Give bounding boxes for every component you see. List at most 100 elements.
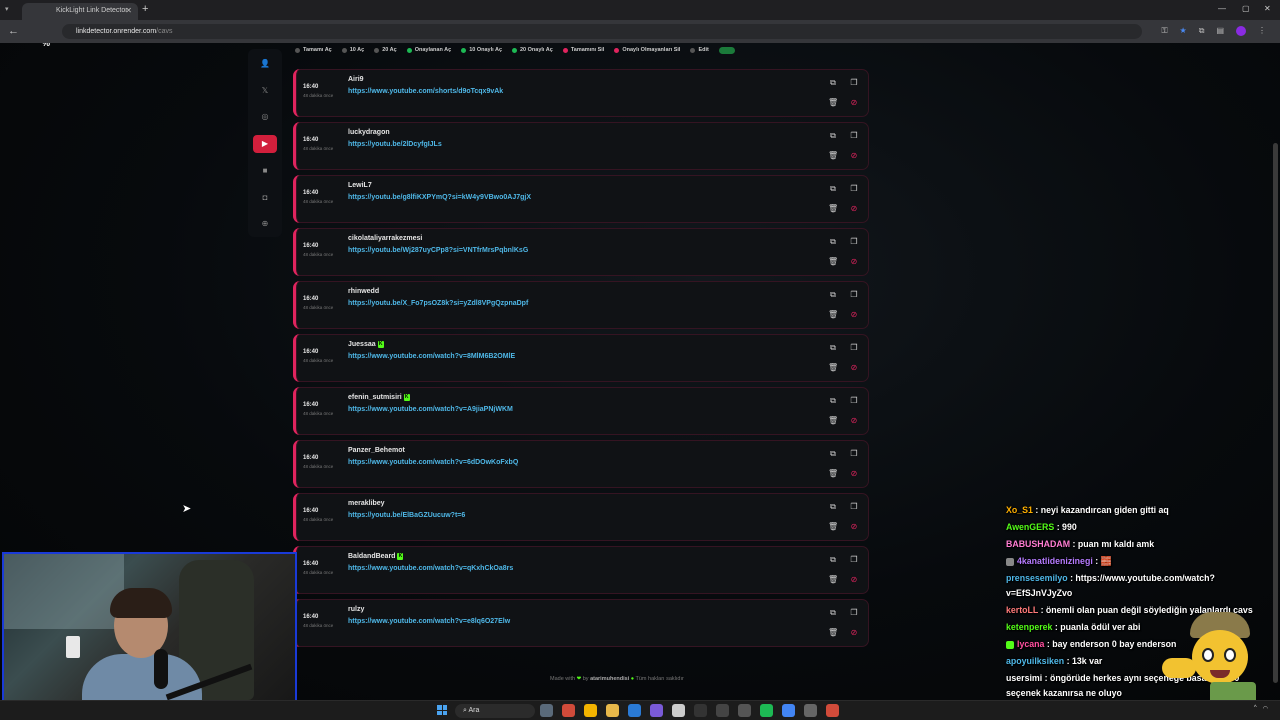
address-bar[interactable]: linkdetector.onrender.com/cavs <box>62 24 1142 39</box>
taskbar-app-icon[interactable] <box>562 704 575 717</box>
taskbar-app-icon[interactable] <box>540 704 553 717</box>
minimize-icon[interactable]: — <box>1218 4 1226 13</box>
open-external-icon[interactable]: ⧉ <box>828 78 838 88</box>
taskbar-app-icon[interactable] <box>760 704 773 717</box>
filter-button[interactable]: 10 Aç <box>341 47 364 53</box>
copy-icon[interactable]: ❐ <box>849 396 859 405</box>
link-url[interactable]: https://www.youtube.com/watch?v=qKxhCkOa… <box>348 565 513 572</box>
open-external-icon[interactable]: ⧉ <box>828 396 838 406</box>
open-external-icon[interactable]: ⧉ <box>828 290 838 300</box>
link-url[interactable]: https://youtu.be/g8lfiKXPYmQ?si=kW4y9VBw… <box>348 194 531 201</box>
page-scrollbar[interactable] <box>1273 143 1278 683</box>
filter-button[interactable]: Onaylı Olmayanları Sil <box>614 47 680 53</box>
trash-icon[interactable]: 🗑 <box>828 575 838 584</box>
link-url[interactable]: https://www.youtube.com/watch?v=e8lq6O27… <box>348 618 510 625</box>
copy-icon[interactable]: ❐ <box>849 237 859 246</box>
ban-icon[interactable]: ⊘ <box>849 310 859 319</box>
open-external-icon[interactable]: ⧉ <box>828 184 838 194</box>
ban-icon[interactable]: ⊘ <box>849 469 859 478</box>
back-arrow-icon[interactable]: ← <box>8 25 19 37</box>
incognito-key-icon[interactable]: ⚿ <box>1161 26 1167 36</box>
tab-close-icon[interactable]: ✕ <box>125 6 132 15</box>
open-external-icon[interactable]: ⧉ <box>828 449 838 459</box>
taskbar-app-icon[interactable] <box>694 704 707 717</box>
ban-icon[interactable]: ⊘ <box>849 204 859 213</box>
trash-icon[interactable]: 🗑 <box>828 416 838 425</box>
open-external-icon[interactable]: ⧉ <box>828 343 838 353</box>
taskbar-app-icon[interactable] <box>672 704 685 717</box>
copy-icon[interactable]: ❐ <box>849 184 859 193</box>
copy-icon[interactable]: ❐ <box>849 131 859 140</box>
filter-button[interactable]: Tamamını Sil <box>562 47 604 53</box>
taskbar-app-icon[interactable] <box>738 704 751 717</box>
new-tab-button[interactable]: + <box>142 3 148 15</box>
trash-icon[interactable]: 🗑 <box>828 204 838 213</box>
open-external-icon[interactable]: ⧉ <box>828 608 838 618</box>
trash-icon[interactable]: 🗑 <box>828 151 838 160</box>
ban-icon[interactable]: ⊘ <box>849 98 859 107</box>
taskbar-app-icon[interactable] <box>584 704 597 717</box>
taskbar-app-icon[interactable] <box>782 704 795 717</box>
sidebar-item-video[interactable]: ■ <box>253 162 277 180</box>
profile-avatar[interactable] <box>1236 26 1246 36</box>
ban-icon[interactable]: ⊘ <box>849 363 859 372</box>
taskbar-app-icon[interactable] <box>650 704 663 717</box>
filter-button[interactable]: 20 Aç <box>374 47 397 53</box>
copy-icon[interactable]: ❐ <box>849 608 859 617</box>
link-url[interactable]: https://www.youtube.com/shorts/d9oTcqx9v… <box>348 88 503 95</box>
filter-button[interactable]: Onaylanan Aç <box>406 47 451 53</box>
link-url[interactable]: https://www.youtube.com/watch?v=8MlM6B2O… <box>348 353 515 360</box>
link-url[interactable]: https://youtu.be/ElBaGZUucuw?t=6 <box>348 512 465 519</box>
bookmark-star-icon[interactable]: ★ <box>1180 26 1187 36</box>
sidebar-toggle-icon[interactable]: ▤ <box>1216 26 1224 36</box>
sidebar-item-youtube[interactable]: ▶ <box>253 135 277 154</box>
ban-icon[interactable]: ⊘ <box>849 575 859 584</box>
trash-icon[interactable]: 🗑 <box>828 98 838 107</box>
open-external-icon[interactable]: ⧉ <box>828 237 838 247</box>
wifi-icon[interactable]: ◠ <box>1263 705 1268 712</box>
browser-tab[interactable]: KickLight Link Detector ✕ <box>22 3 138 20</box>
copy-icon[interactable]: ❐ <box>849 78 859 87</box>
trash-icon[interactable]: 🗑 <box>828 469 838 478</box>
trash-icon[interactable]: 🗑 <box>828 257 838 266</box>
window-close-icon[interactable]: ✕ <box>1264 4 1271 13</box>
copy-icon[interactable]: ❐ <box>849 290 859 299</box>
link-url[interactable]: https://youtu.be/Wj287uyCPp8?si=VNTfrMrs… <box>348 247 528 254</box>
taskbar-search[interactable]: ⌕ Ara <box>455 704 535 718</box>
copy-icon[interactable]: ❐ <box>849 449 859 458</box>
link-url[interactable]: https://www.youtube.com/watch?v=A9jiaPNj… <box>348 406 513 413</box>
ban-icon[interactable]: ⊘ <box>849 522 859 531</box>
sidebar-item-x[interactable]: 𝕏 <box>253 82 277 100</box>
browser-menu-icon[interactable]: ⋮ <box>1258 26 1266 36</box>
extensions-icon[interactable]: ⧉ <box>1199 26 1205 36</box>
tab-search-icon[interactable]: ▾ <box>5 5 9 13</box>
sidebar-item-instagram[interactable]: ◎ <box>253 108 277 126</box>
link-url[interactable]: https://youtu.be/2lDcyfgIJLs <box>348 141 442 148</box>
open-external-icon[interactable]: ⧉ <box>828 131 838 141</box>
taskbar-app-icon[interactable] <box>716 704 729 717</box>
open-external-icon[interactable]: ⧉ <box>828 555 838 565</box>
link-url[interactable]: https://www.youtube.com/watch?v=6dDOwKoF… <box>348 459 518 466</box>
copy-icon[interactable]: ❐ <box>849 555 859 564</box>
copy-icon[interactable]: ❐ <box>849 502 859 511</box>
trash-icon[interactable]: 🗑 <box>828 522 838 531</box>
link-url[interactable]: https://youtu.be/X_Fo7psOZ8k?si=yZdl8VPg… <box>348 300 528 307</box>
maximize-icon[interactable]: ▢ <box>1242 4 1250 13</box>
taskbar-app-icon[interactable] <box>628 704 641 717</box>
sidebar-item-camera[interactable]: ◘ <box>253 189 277 207</box>
filter-button[interactable]: Edit <box>690 47 709 53</box>
copy-icon[interactable]: ❐ <box>849 343 859 352</box>
open-external-icon[interactable]: ⧉ <box>828 502 838 512</box>
ban-icon[interactable]: ⊘ <box>849 628 859 637</box>
ban-icon[interactable]: ⊘ <box>849 257 859 266</box>
taskbar-app-icon[interactable] <box>826 704 839 717</box>
filter-button[interactable]: 10 Onaylı Aç <box>461 47 502 53</box>
sidebar-item-globe[interactable]: ⊕ <box>253 215 277 233</box>
filter-button[interactable]: 20 Onaylı Aç <box>512 47 553 53</box>
taskbar-app-icon[interactable] <box>804 704 817 717</box>
trash-icon[interactable]: 🗑 <box>828 628 838 637</box>
tray-chevron-icon[interactable]: ^ <box>1254 705 1257 712</box>
start-button[interactable] <box>437 705 447 715</box>
trash-icon[interactable]: 🗑 <box>828 363 838 372</box>
edit-toggle[interactable] <box>718 46 735 54</box>
